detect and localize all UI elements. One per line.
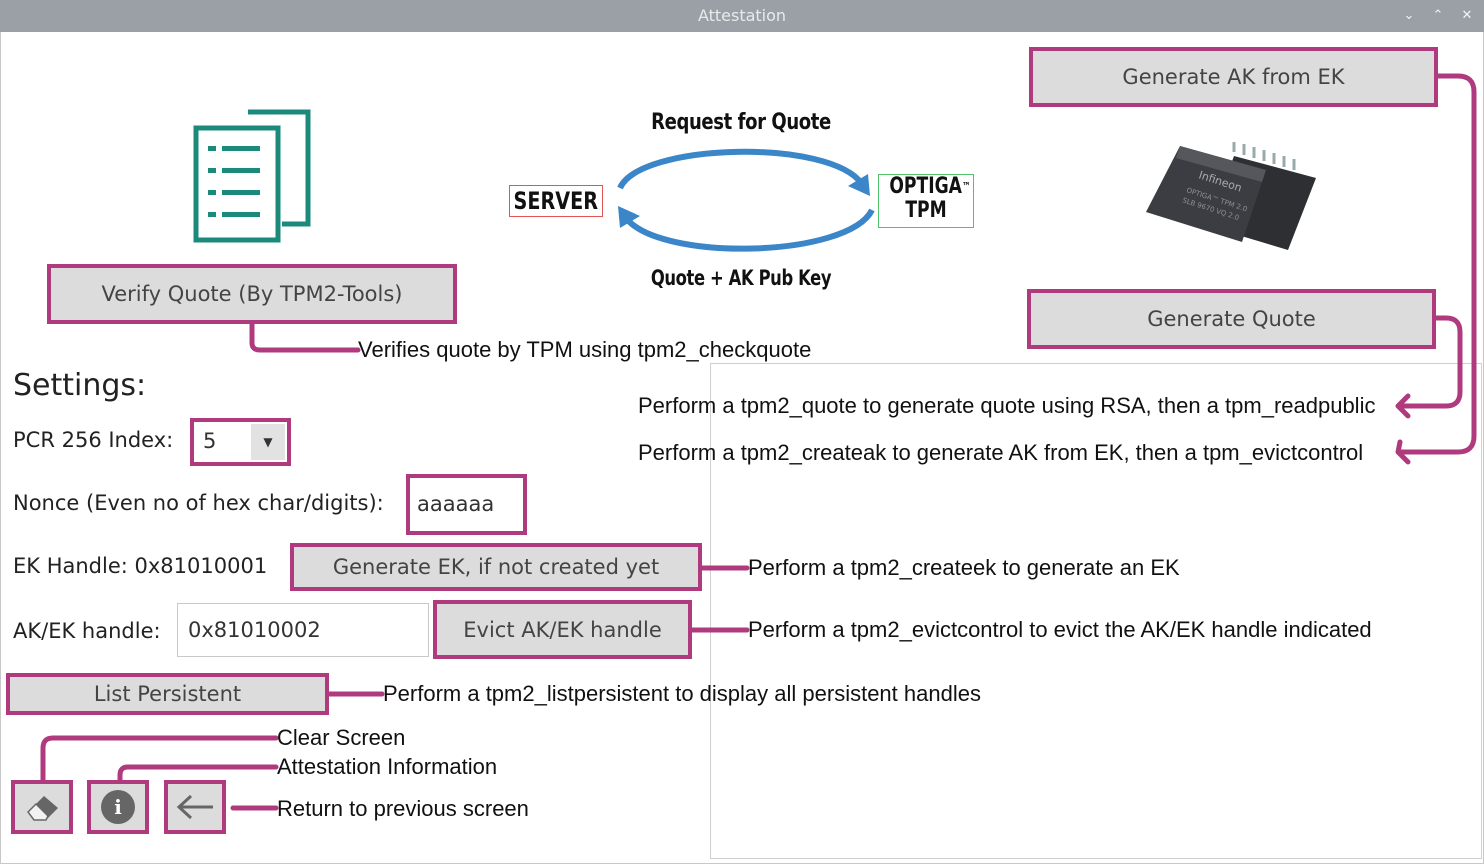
maximize-icon[interactable]: ⌃	[1427, 6, 1449, 26]
pcr-value: 5	[203, 429, 217, 453]
ak-handle-value: 0x81010002	[188, 618, 321, 642]
diagram-bottom-label: Quote + AK Pub Key	[650, 266, 832, 290]
annotation-createak: Perform a tpm2_createak to generate AK f…	[638, 440, 1364, 465]
ak-handle-label: AK/EK handle:	[13, 619, 161, 643]
back-button[interactable]	[164, 780, 226, 834]
ek-handle-label: EK Handle: 0x81010001	[13, 554, 268, 578]
window-title: Attestation	[697, 6, 787, 25]
generate-quote-button[interactable]: Generate Quote	[1027, 289, 1436, 349]
back-arrow-icon	[176, 794, 213, 820]
verify-quote-button[interactable]: Verify Quote (By TPM2-Tools)	[47, 264, 457, 324]
info-icon: i	[101, 790, 135, 824]
exchange-arrows-icon	[617, 148, 875, 252]
generate-ek-label: Generate EK, if not created yet	[332, 555, 660, 579]
annotation-quote: Perform a tpm2_quote to generate quote u…	[638, 393, 1376, 418]
list-persistent-button[interactable]: List Persistent	[6, 673, 329, 715]
title-bar: Attestation ⌄ ⌃ ✕	[0, 0, 1484, 32]
nonce-label: Nonce (Even no of hex char/digits):	[13, 491, 384, 515]
tpm-chip-icon: Infineon OPTIGA™ TPM 2.0 SLB 9670 VQ 2.0	[1146, 142, 1316, 250]
pcr-label: PCR 256 Index:	[13, 428, 174, 452]
minimize-icon[interactable]: ⌄	[1398, 6, 1420, 26]
server-label: SERVER	[513, 187, 599, 215]
annotation-evict: Perform a tpm2_evictcontrol to evict the…	[748, 617, 1372, 642]
settings-heading: Settings:	[13, 368, 147, 403]
annotation-verify: Verifies quote by TPM using tpm2_checkqu…	[358, 337, 812, 362]
annotation-back: Return to previous screen	[277, 796, 529, 821]
evict-label: Evict AK/EK handle	[463, 617, 662, 642]
svg-text:i: i	[114, 795, 122, 819]
document-icon	[193, 109, 311, 243]
generate-ak-label: Generate AK from EK	[1122, 65, 1345, 89]
annotation-createek: Perform a tpm2_createek to generate an E…	[748, 555, 1180, 580]
nonce-input[interactable]: aaaaaa	[406, 474, 527, 535]
tpm-box: OPTIGA™ TPM	[878, 174, 974, 228]
tpm-label-line1: OPTIGA	[889, 174, 962, 199]
eraser-icon	[27, 796, 58, 821]
tpm-label-line2: TPM	[905, 198, 947, 223]
annotation-list: Perform a tpm2_listpersistent to display…	[383, 681, 981, 706]
generate-quote-label: Generate Quote	[1147, 307, 1316, 331]
diagram-top-label: Request for Quote	[651, 110, 831, 135]
output-textarea[interactable]	[710, 363, 1482, 859]
annotation-info: Attestation Information	[277, 754, 498, 779]
generate-ak-button[interactable]: Generate AK from EK	[1029, 47, 1438, 107]
chevron-down-icon[interactable]: ▼	[251, 424, 285, 460]
verify-quote-label: Verify Quote (By TPM2-Tools)	[101, 282, 403, 306]
tpm-trademark: ™	[961, 180, 971, 193]
ak-handle-input[interactable]: 0x81010002	[177, 603, 429, 657]
server-box: SERVER	[509, 185, 603, 217]
list-persistent-label: List Persistent	[93, 682, 242, 706]
evict-button[interactable]: Evict AK/EK handle	[433, 600, 692, 659]
annotation-clear: Clear Screen	[277, 725, 406, 750]
generate-ek-button[interactable]: Generate EK, if not created yet	[290, 543, 702, 591]
nonce-value: aaaaaa	[417, 492, 495, 516]
clear-screen-button[interactable]	[11, 780, 73, 834]
close-icon[interactable]: ✕	[1456, 6, 1478, 26]
pcr-select[interactable]: 5 ▼	[190, 418, 291, 466]
attestation-info-button[interactable]: i	[87, 780, 149, 834]
